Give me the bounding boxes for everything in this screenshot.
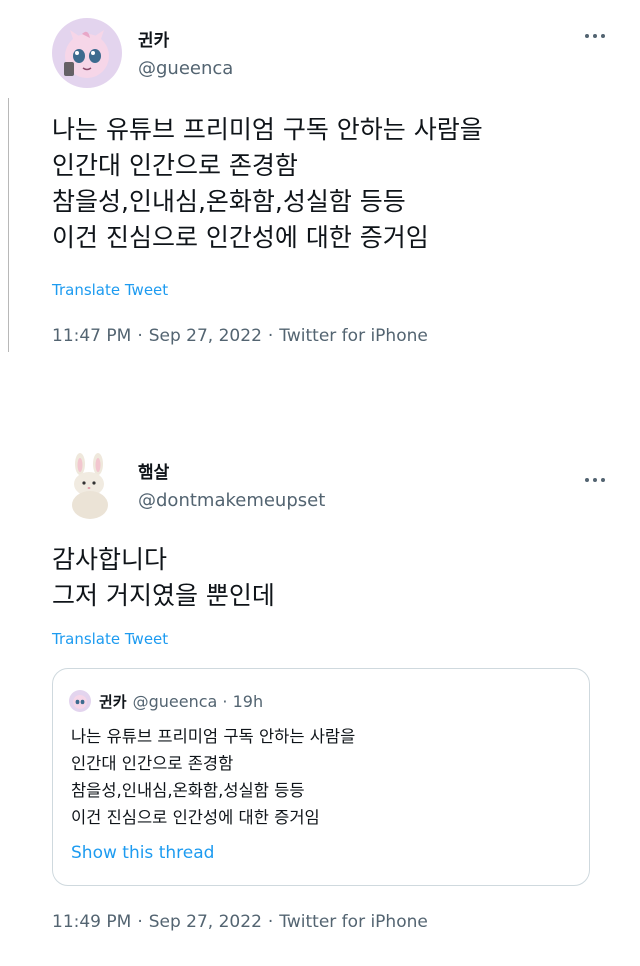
tweet-time[interactable]: 11:49 PM [52,912,131,932]
quoted-tweet-header: 귄카 @gueenca · 19h [69,689,263,713]
meta-separator: · [137,326,143,346]
display-name[interactable]: 햄살 [138,458,169,483]
tweet-date[interactable]: Sep 27, 2022 [149,912,262,932]
tweet-text-line: 그저 거지였을 뿐인데 [52,581,275,610]
quoted-handle-time: @gueenca · 19h [132,691,264,711]
bunny-plush-avatar-icon [56,450,126,520]
meta-separator: · [137,912,143,932]
show-thread-link[interactable]: Show this thread [71,843,214,863]
tweet-time[interactable]: 11:47 PM [52,326,131,346]
avatar[interactable] [52,18,122,88]
quoted-text-line: 참을성,인내심,온화함,성실함 등등 [71,781,305,800]
tweet-text-line: 참을성,인내심,온화함,성실함 등등 [52,187,406,216]
user-handle[interactable]: @gueenca [138,58,233,79]
quoted-text-line: 이건 진심으로 인간성에 대한 증거임 [71,808,320,827]
avatar[interactable] [56,450,126,520]
translate-tweet-link[interactable]: Translate Tweet [52,630,168,648]
meta-separator: · [267,326,274,346]
more-options-icon[interactable] [580,468,610,492]
display-name[interactable]: 귄카 [138,26,169,51]
tweet-text-line: 이건 진심으로 인간성에 대한 증거임 [52,223,429,252]
tweet-date[interactable]: Sep 27, 2022 [149,326,262,346]
tweet-text-line: 인간대 인간으로 존경함 [52,151,298,180]
tweet-text: 나는 유튜브 프리미엄 구독 안하는 사람을 인간대 인간으로 존경함 참을성,… [52,112,610,256]
tweet-text-line: 감사합니다 [52,545,168,574]
avatar [69,690,91,712]
quoted-display-name: 귄카 [99,692,127,711]
more-options-icon[interactable] [580,24,610,48]
jigglypuff-avatar-icon [69,690,91,712]
tweet-meta: 11:47 PM · Sep 27, 2022 · Twitter for iPhone [52,326,428,346]
quoted-tweet-text: 나는 유튜브 프리미엄 구독 안하는 사람을 인간대 인간으로 존경함 참을성,… [71,723,355,831]
quoted-text-line: 나는 유튜브 프리미엄 구독 안하는 사람을 [71,727,356,746]
tweet-source[interactable]: Twitter for iPhone [279,912,428,932]
jigglypuff-avatar-icon [52,18,122,88]
translate-tweet-link[interactable]: Translate Tweet [52,281,168,299]
tweet-text-line: 나는 유튜브 프리미엄 구독 안하는 사람을 [52,115,483,144]
tweet-header: 귄카 @gueenca [52,18,605,94]
meta-separator: · [267,912,274,932]
quoted-text-line: 인간대 인간으로 존경함 [71,754,234,773]
user-handle[interactable]: @dontmakemeupset [138,490,325,511]
tweet-text: 감사합니다 그저 거지였을 뿐인데 [52,542,610,614]
tweet-meta: 11:49 PM · Sep 27, 2022 · Twitter for iPhone [52,912,428,932]
tweet-dontmakemeupset: 햄살 @dontmakemeupset 감사합니다 그저 거지였을 뿐인데 Tr… [0,440,640,966]
quoted-tweet-card[interactable]: 귄카 @gueenca · 19h 나는 유튜브 프리미엄 구독 안하는 사람을… [52,668,590,886]
tweet-header: 햄살 @dontmakemeupset [52,450,605,522]
tweet-gueenca: 귄카 @gueenca 나는 유튜브 프리미엄 구독 안하는 사람을 인간대 인… [0,0,640,380]
tweet-source[interactable]: Twitter for iPhone [279,326,428,346]
